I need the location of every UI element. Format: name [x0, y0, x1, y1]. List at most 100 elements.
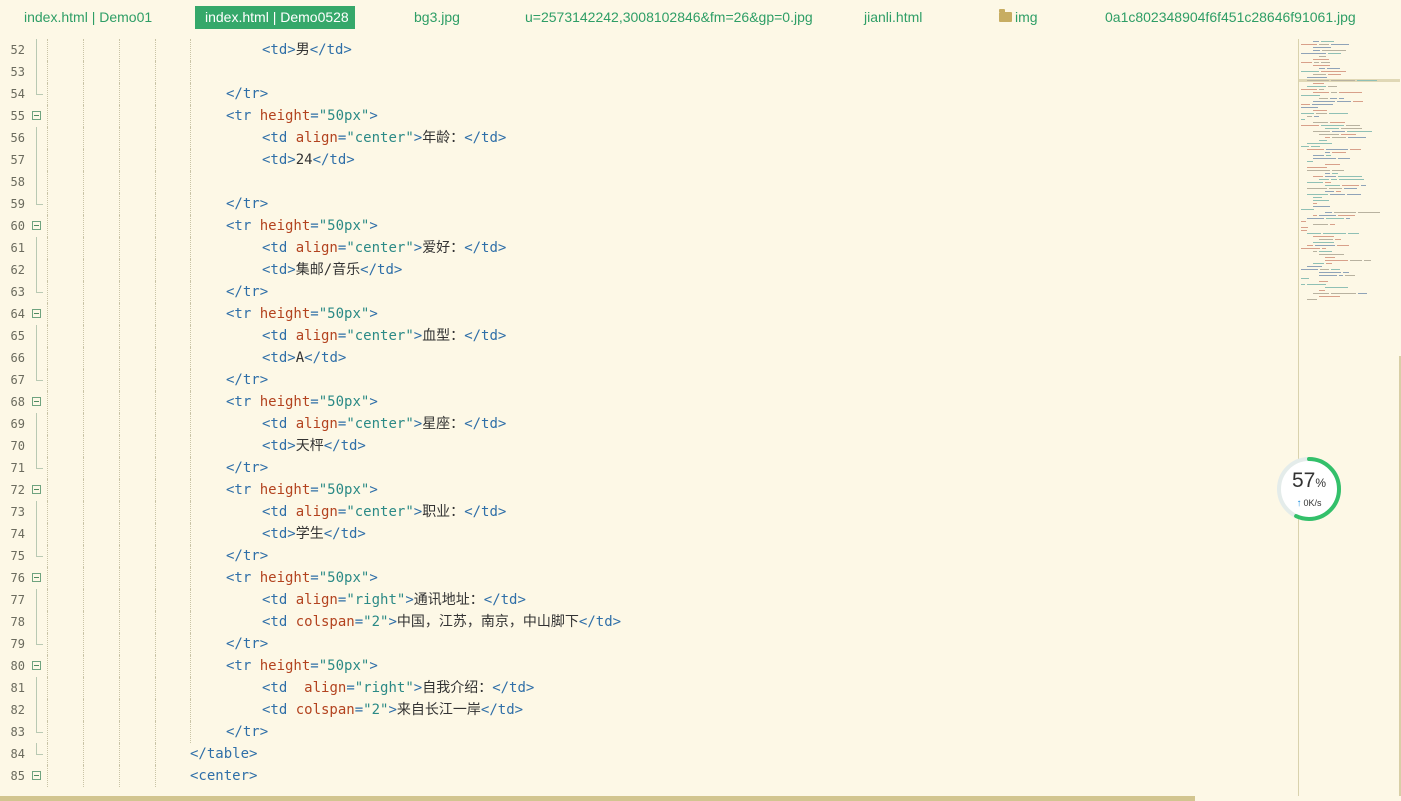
minimap-line — [1343, 272, 1349, 273]
fold-toggle-icon[interactable] — [32, 771, 41, 780]
code-token-txt: A — [295, 350, 305, 366]
code-line[interactable]: 75 </tr> — [0, 545, 1298, 567]
code-token-tag: </td> — [464, 504, 507, 520]
indent-guide — [83, 721, 84, 743]
indent-guide — [47, 589, 48, 611]
code-token-attr: align — [295, 328, 338, 344]
minimap-line — [1358, 212, 1380, 213]
code-line[interactable]: 56 <td align="center">年龄：</td> — [0, 127, 1298, 149]
tab-6[interactable]: 0a1c802348904f6f451c28646f91061.jpg — [1105, 6, 1356, 29]
code-token-tag: </tr> — [226, 86, 269, 102]
code-line[interactable]: 71 </tr> — [0, 457, 1298, 479]
upload-arrow-icon: ↑ — [1296, 498, 1302, 509]
code-line[interactable]: 82 <td colspan="2">来自长江一岸</td> — [0, 699, 1298, 721]
code-line[interactable]: 61 <td align="center">爱好：</td> — [0, 237, 1298, 259]
minimap-line — [1319, 140, 1327, 141]
code-line[interactable]: 65 <td align="center">血型：</td> — [0, 325, 1298, 347]
minimap-line — [1313, 242, 1334, 243]
fold-toggle-icon[interactable] — [32, 111, 41, 120]
code-text: </tr> — [226, 457, 268, 479]
code-line[interactable]: 67 </tr> — [0, 369, 1298, 391]
indent-guide — [190, 369, 191, 391]
fold-line-marker — [36, 501, 37, 523]
fold-end-marker — [36, 281, 43, 293]
indent-guide — [83, 325, 84, 347]
code-line[interactable]: 69 <td align="center">星座：</td> — [0, 413, 1298, 435]
fold-toggle-icon[interactable] — [32, 661, 41, 670]
code-line[interactable]: 57 <td>24</td> — [0, 149, 1298, 171]
minimap-line — [1311, 146, 1320, 147]
code-token-tag: <td — [262, 416, 296, 432]
code-line[interactable]: 68 <tr height="50px"> — [0, 391, 1298, 413]
code-text: <td align="center">职业：</td> — [262, 501, 506, 523]
code-line[interactable]: 85 <center> — [0, 765, 1298, 787]
tab-0[interactable]: index.html | Demo01 — [24, 6, 152, 29]
code-line[interactable]: 74 <td>学生</td> — [0, 523, 1298, 545]
indent-guide — [47, 369, 48, 391]
indent-guide — [83, 765, 84, 787]
code-line[interactable]: 84 </table> — [0, 743, 1298, 765]
code-line[interactable]: 78 <td colspan="2">中国，江苏，南京，中山脚下</td> — [0, 611, 1298, 633]
code-line[interactable]: 59 </tr> — [0, 193, 1298, 215]
code-token-tag: </td> — [464, 240, 507, 256]
code-line[interactable]: 83 </tr> — [0, 721, 1298, 743]
code-line[interactable]: 76 <tr height="50px"> — [0, 567, 1298, 589]
code-line[interactable]: 62 <td>集邮/音乐</td> — [0, 259, 1298, 281]
tab-3[interactable]: u=2573142242,3008102846&fm=26&gp=0.jpg — [525, 6, 813, 29]
code-line[interactable]: 53 — [0, 61, 1298, 83]
minimap-line — [1301, 221, 1306, 222]
tab-5[interactable]: img — [999, 6, 1038, 29]
code-line[interactable]: 73 <td align="center">职业：</td> — [0, 501, 1298, 523]
code-line[interactable]: 64 <tr height="50px"> — [0, 303, 1298, 325]
network-speed-widget[interactable]: 57% ↑ 0K/s — [1276, 456, 1342, 522]
code-token-tag: > — [413, 416, 423, 432]
code-line[interactable]: 70 <td>天枰</td> — [0, 435, 1298, 457]
fold-toggle-icon[interactable] — [32, 485, 41, 494]
code-token-tag: </tr> — [226, 284, 269, 300]
indent-guide — [83, 501, 84, 523]
indent-guide — [47, 457, 48, 479]
code-token-tag: </tr> — [226, 548, 269, 564]
code-line[interactable]: 52 <td>男</td> — [0, 39, 1298, 61]
indent-guide — [155, 567, 156, 589]
code-line[interactable]: 79 </tr> — [0, 633, 1298, 655]
indent-guide — [119, 567, 120, 589]
code-token-attr: colspan — [295, 614, 355, 630]
tab-2[interactable]: bg3.jpg — [414, 6, 460, 29]
code-line[interactable]: 54 </tr> — [0, 83, 1298, 105]
code-line[interactable]: 66 <td>A</td> — [0, 347, 1298, 369]
code-line[interactable]: 80 <tr height="50px"> — [0, 655, 1298, 677]
fold-toggle-icon[interactable] — [32, 397, 41, 406]
indent-guide — [190, 457, 191, 479]
minimap-line — [1313, 41, 1319, 42]
minimap-line — [1319, 272, 1341, 273]
code-line[interactable]: 58 — [0, 171, 1298, 193]
tab-4[interactable]: jianli.html — [864, 6, 922, 29]
code-line[interactable]: 77 <td align="right">通讯地址：</td> — [0, 589, 1298, 611]
minimap-line — [1325, 185, 1340, 186]
code-token-tag: </tr> — [226, 460, 269, 476]
minimap[interactable] — [1298, 39, 1401, 796]
minimap-line — [1313, 65, 1330, 66]
horizontal-scrollbar-thumb[interactable] — [0, 796, 1195, 801]
code-line[interactable]: 63 </tr> — [0, 281, 1298, 303]
tab-1[interactable]: index.html | Demo0528 — [195, 6, 355, 29]
code-line[interactable]: 55 <tr height="50px"> — [0, 105, 1298, 127]
fold-toggle-icon[interactable] — [32, 221, 41, 230]
minimap-line — [1326, 218, 1344, 219]
minimap-line — [1325, 182, 1331, 183]
code-line[interactable]: 72 <tr height="50px"> — [0, 479, 1298, 501]
indent-guide — [155, 237, 156, 259]
fold-toggle-icon[interactable] — [32, 309, 41, 318]
fold-toggle-icon[interactable] — [32, 573, 41, 582]
minimap-line — [1319, 44, 1329, 45]
indent-guide — [190, 193, 191, 215]
code-text: <td align="center">星座：</td> — [262, 413, 506, 435]
indent-guide — [155, 765, 156, 787]
minimap-line — [1301, 89, 1317, 90]
code-token-str: "center" — [346, 240, 414, 256]
code-line[interactable]: 60 <tr height="50px"> — [0, 215, 1298, 237]
code-editor[interactable]: 52 <td>男</td> 53 54 </tr> 55 <tr height="50px"… — [0, 39, 1298, 795]
code-line[interactable]: 81 <td align="right">自我介绍：</td> — [0, 677, 1298, 699]
code-text: </tr> — [226, 369, 268, 391]
